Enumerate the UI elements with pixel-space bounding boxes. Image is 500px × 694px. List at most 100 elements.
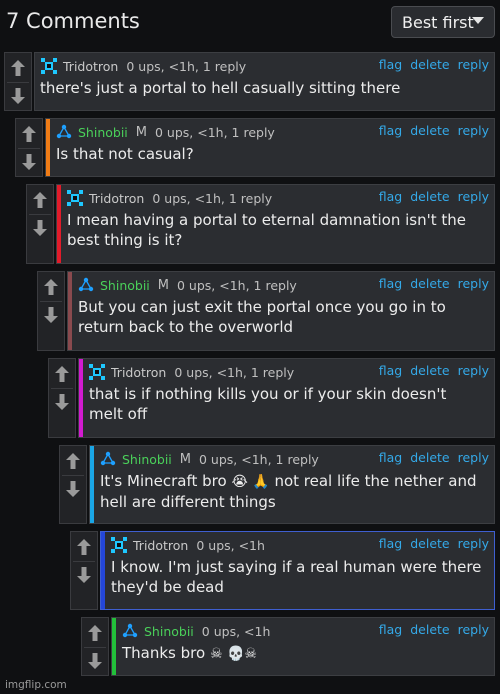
arrow-up-icon: [88, 625, 102, 641]
comment-card: Shinobii M 0 ups, <1h, 1 reply flag dele…: [45, 118, 495, 177]
comment-stats: 0 ups, <1h, 1 reply: [126, 58, 247, 74]
flag-link[interactable]: flag: [379, 57, 402, 72]
downvote-button[interactable]: [5, 83, 31, 109]
downvote-button[interactable]: [60, 476, 86, 502]
upvote-button[interactable]: [27, 187, 53, 213]
user-avatar-icon[interactable]: [89, 364, 105, 380]
reply-link[interactable]: reply: [458, 123, 489, 138]
reply-link[interactable]: reply: [458, 536, 489, 551]
comment-actions: flag delete reply: [379, 536, 489, 551]
comment: Tridotron 0 ups, <1h, 1 reply flag delet…: [48, 358, 495, 438]
watermark: imgflip.com: [5, 679, 67, 691]
user-avatar-icon[interactable]: [122, 623, 138, 639]
upvote-button[interactable]: [82, 620, 108, 646]
reply-link[interactable]: reply: [458, 622, 489, 637]
upvote-button[interactable]: [71, 534, 97, 560]
flag-link[interactable]: flag: [379, 363, 402, 378]
thread-accent-bar: [46, 119, 50, 176]
username[interactable]: Shinobii: [100, 278, 150, 293]
vote-column: [81, 617, 109, 676]
flag-link[interactable]: flag: [379, 189, 402, 204]
flag-link[interactable]: flag: [379, 123, 402, 138]
delete-link[interactable]: delete: [410, 450, 449, 465]
reply-link[interactable]: reply: [458, 276, 489, 291]
arrow-up-icon: [55, 366, 69, 382]
upvote-button[interactable]: [38, 274, 64, 300]
delete-link[interactable]: delete: [410, 57, 449, 72]
sort-dropdown[interactable]: Best first: [391, 6, 495, 38]
arrow-up-icon: [11, 60, 25, 76]
reply-link[interactable]: reply: [458, 57, 489, 72]
vote-column: [15, 118, 43, 177]
comment-card: Shinobii 0 ups, <1h flag delete reply Th…: [111, 617, 495, 676]
downvote-button[interactable]: [38, 302, 64, 328]
user-avatar-icon[interactable]: [100, 451, 116, 467]
downvote-button[interactable]: [82, 648, 108, 674]
comment-text: that is if nothing kills you or if your …: [89, 385, 447, 423]
comment-stats: 0 ups, <1h, 1 reply: [152, 190, 273, 206]
username[interactable]: Shinobii: [144, 624, 194, 639]
username[interactable]: Tridotron: [63, 59, 118, 74]
arrow-up-icon: [33, 192, 47, 208]
comment-text: Is that not casual?: [56, 145, 194, 163]
comment-text-part: Thanks bro: [122, 644, 210, 662]
delete-link[interactable]: delete: [410, 363, 449, 378]
upvote-button[interactable]: [60, 448, 86, 474]
comment-text: But you can just exit the portal once yo…: [78, 298, 446, 336]
downvote-button[interactable]: [49, 389, 75, 415]
comment-actions: flag delete reply: [379, 123, 489, 138]
reply-link[interactable]: reply: [458, 189, 489, 204]
comment-card: Tridotron 0 ups, <1h, 1 reply flag delet…: [78, 358, 495, 438]
upvote-button[interactable]: [49, 361, 75, 387]
delete-link[interactable]: delete: [410, 189, 449, 204]
flag-link[interactable]: flag: [379, 450, 402, 465]
arrow-down-icon: [22, 154, 36, 170]
comment-card: Shinobii M 0 ups, <1h, 1 reply flag dele…: [89, 445, 495, 524]
arrow-up-icon: [77, 539, 91, 555]
comment-actions: flag delete reply: [379, 189, 489, 204]
downvote-button[interactable]: [27, 215, 53, 241]
comment-text: Thanks bro ☠ 💀☠: [122, 643, 484, 664]
comment-text: there's just a portal to hell casually s…: [40, 79, 401, 97]
comment-card: Tridotron 0 ups, <1h, 1 reply flag delet…: [56, 184, 495, 264]
username[interactable]: Tridotron: [111, 365, 166, 380]
upvote-button[interactable]: [5, 55, 31, 81]
comment-text-part: It's Minecraft bro: [100, 472, 232, 490]
username[interactable]: Shinobii: [78, 125, 128, 140]
comment: Tridotron 0 ups, <1h, 1 reply flag delet…: [26, 184, 495, 264]
comment: Tridotron 0 ups, <1h flag delete reply I…: [70, 531, 495, 610]
username[interactable]: Tridotron: [89, 191, 144, 206]
comment: Shinobii M 0 ups, <1h, 1 reply flag dele…: [37, 271, 495, 351]
delete-link[interactable]: delete: [410, 536, 449, 551]
comment: Shinobii M 0 ups, <1h, 1 reply flag dele…: [59, 445, 495, 524]
thread-accent-bar: [57, 185, 61, 263]
downvote-button[interactable]: [16, 149, 42, 175]
delete-link[interactable]: delete: [410, 622, 449, 637]
vote-column: [48, 358, 76, 438]
reply-link[interactable]: reply: [458, 450, 489, 465]
user-avatar-icon[interactable]: [111, 537, 127, 553]
user-avatar-icon[interactable]: [78, 277, 94, 293]
arrow-up-icon: [66, 453, 80, 469]
comment-card: Tridotron 0 ups, <1h flag delete reply I…: [100, 531, 495, 610]
username[interactable]: Shinobii: [122, 452, 172, 467]
delete-link[interactable]: delete: [410, 276, 449, 291]
delete-link[interactable]: delete: [410, 123, 449, 138]
comment-stats: 0 ups, <1h, 1 reply: [177, 277, 297, 293]
comment-actions: flag delete reply: [379, 450, 489, 465]
user-avatar-icon[interactable]: [56, 124, 72, 140]
flag-link[interactable]: flag: [379, 276, 402, 291]
comment-text: I know. I'm just saying if a real human …: [111, 558, 482, 596]
username[interactable]: Tridotron: [133, 538, 188, 553]
user-avatar-icon[interactable]: [67, 190, 83, 206]
comment-stats: 0 ups, <1h, 1 reply: [199, 451, 319, 467]
arrow-down-icon: [44, 307, 58, 323]
flag-link[interactable]: flag: [379, 622, 402, 637]
user-avatar-icon[interactable]: [41, 58, 57, 74]
moderator-badge: M: [135, 124, 147, 140]
thread-accent-bar: [79, 359, 83, 437]
upvote-button[interactable]: [16, 121, 42, 147]
reply-link[interactable]: reply: [458, 363, 489, 378]
flag-link[interactable]: flag: [379, 536, 402, 551]
downvote-button[interactable]: [71, 562, 97, 588]
